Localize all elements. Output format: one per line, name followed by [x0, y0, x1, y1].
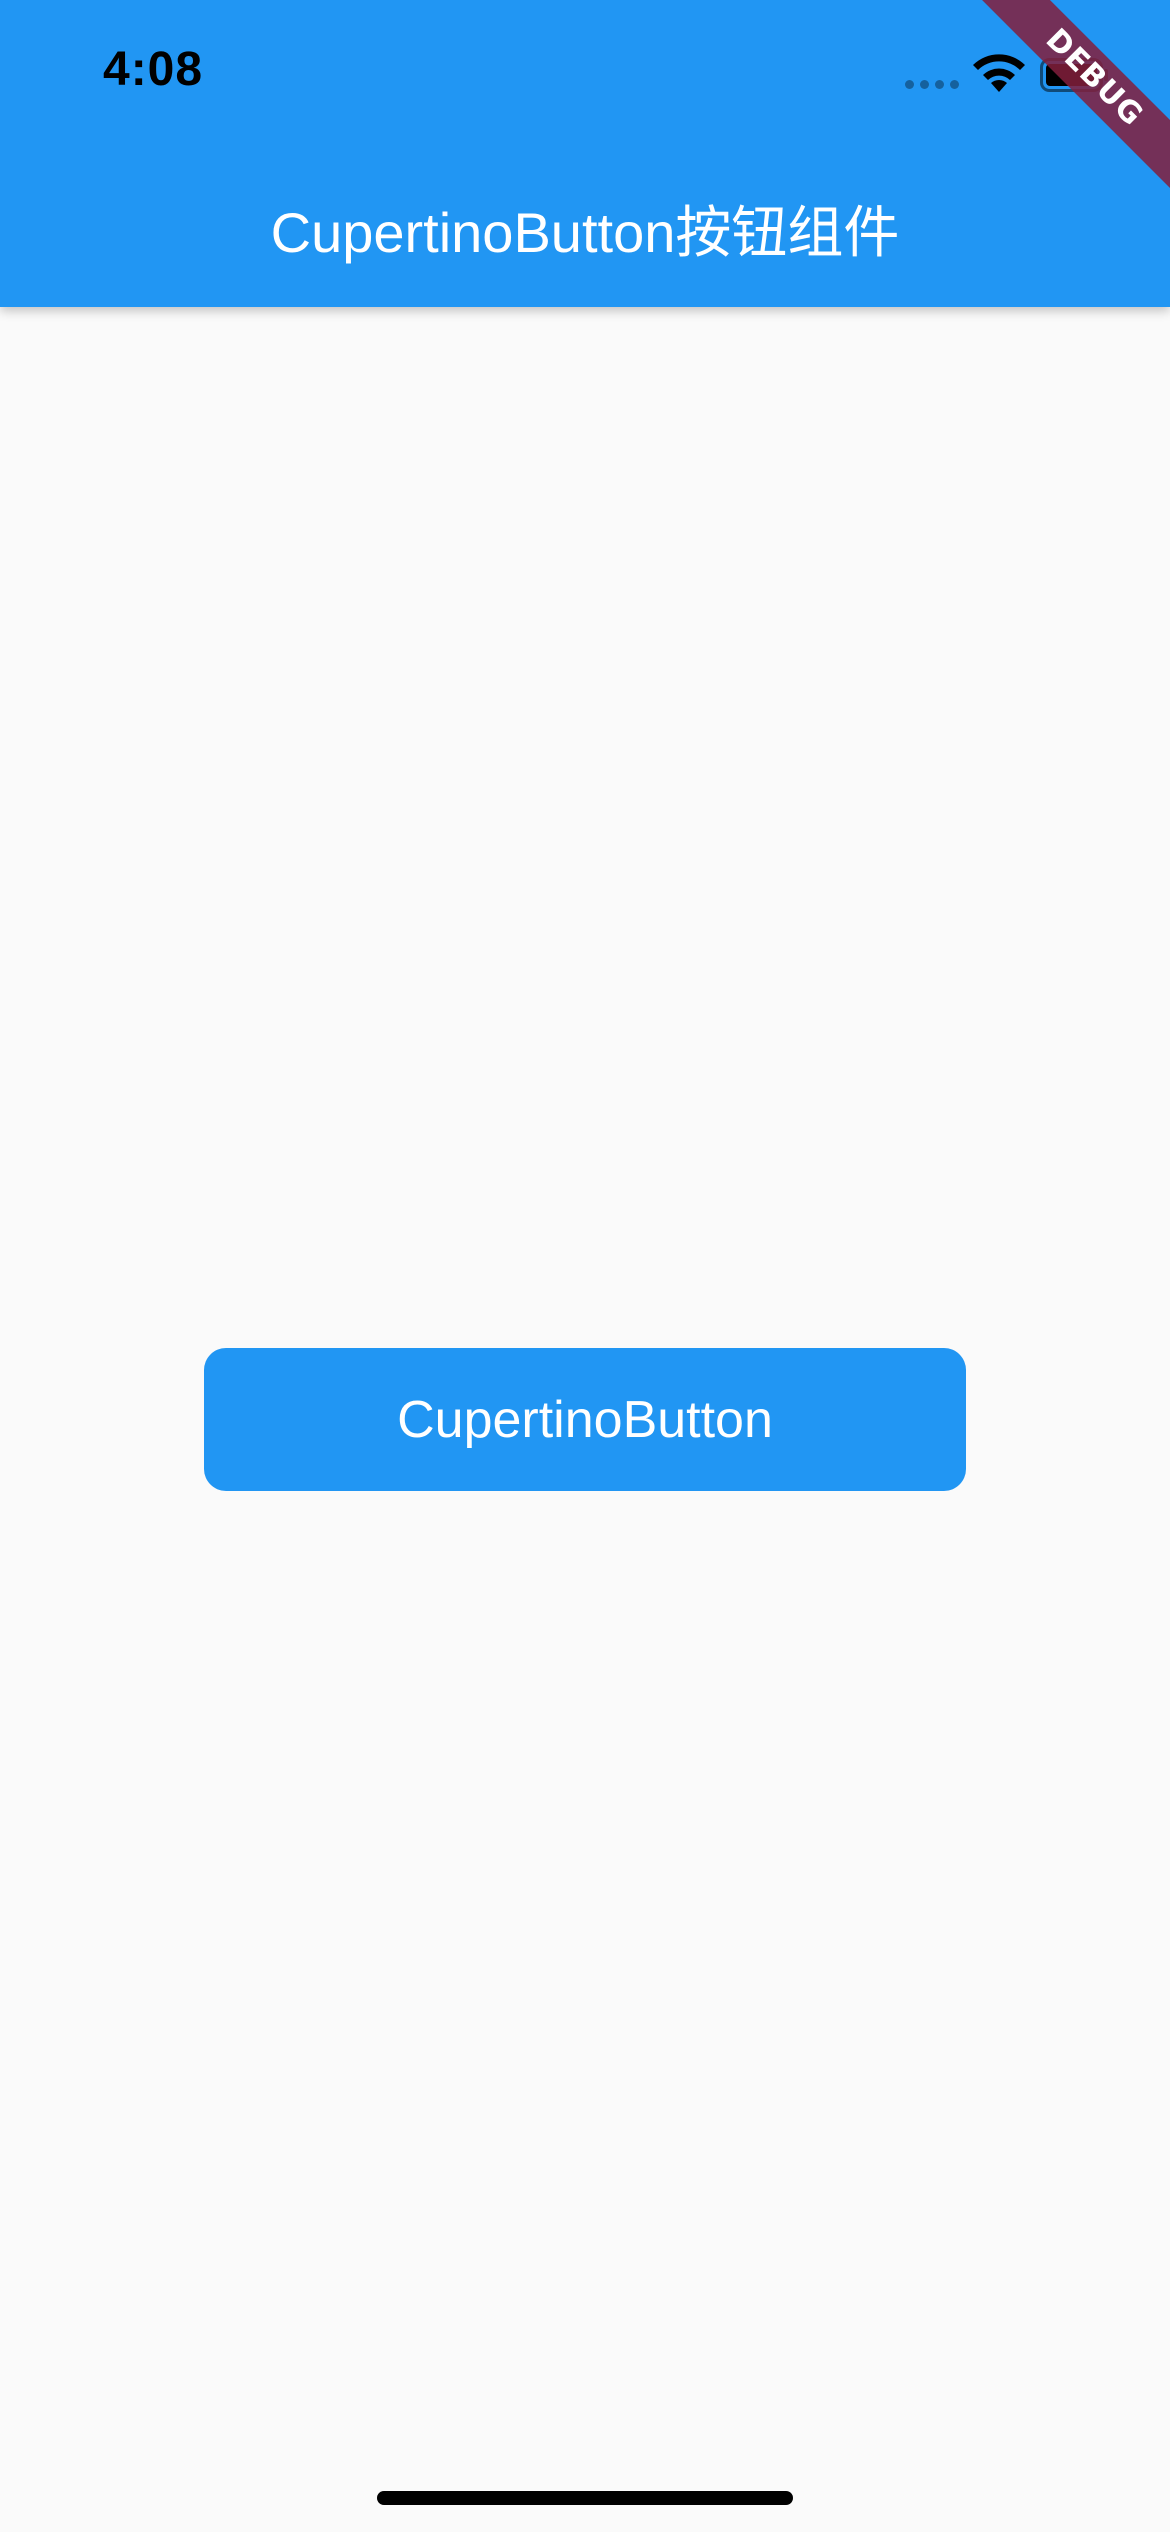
signal-icon: [905, 80, 959, 89]
debug-banner: DEBUG: [970, 0, 1170, 200]
page-title: CupertinoButton按钮组件: [270, 201, 900, 264]
cupertino-button[interactable]: CupertinoButton: [204, 1348, 966, 1491]
cupertino-button-label: CupertinoButton: [397, 1390, 773, 1449]
home-indicator[interactable]: [377, 2491, 793, 2505]
status-time: 4:08: [103, 43, 204, 96]
debug-label: DEBUG: [970, 0, 1170, 200]
